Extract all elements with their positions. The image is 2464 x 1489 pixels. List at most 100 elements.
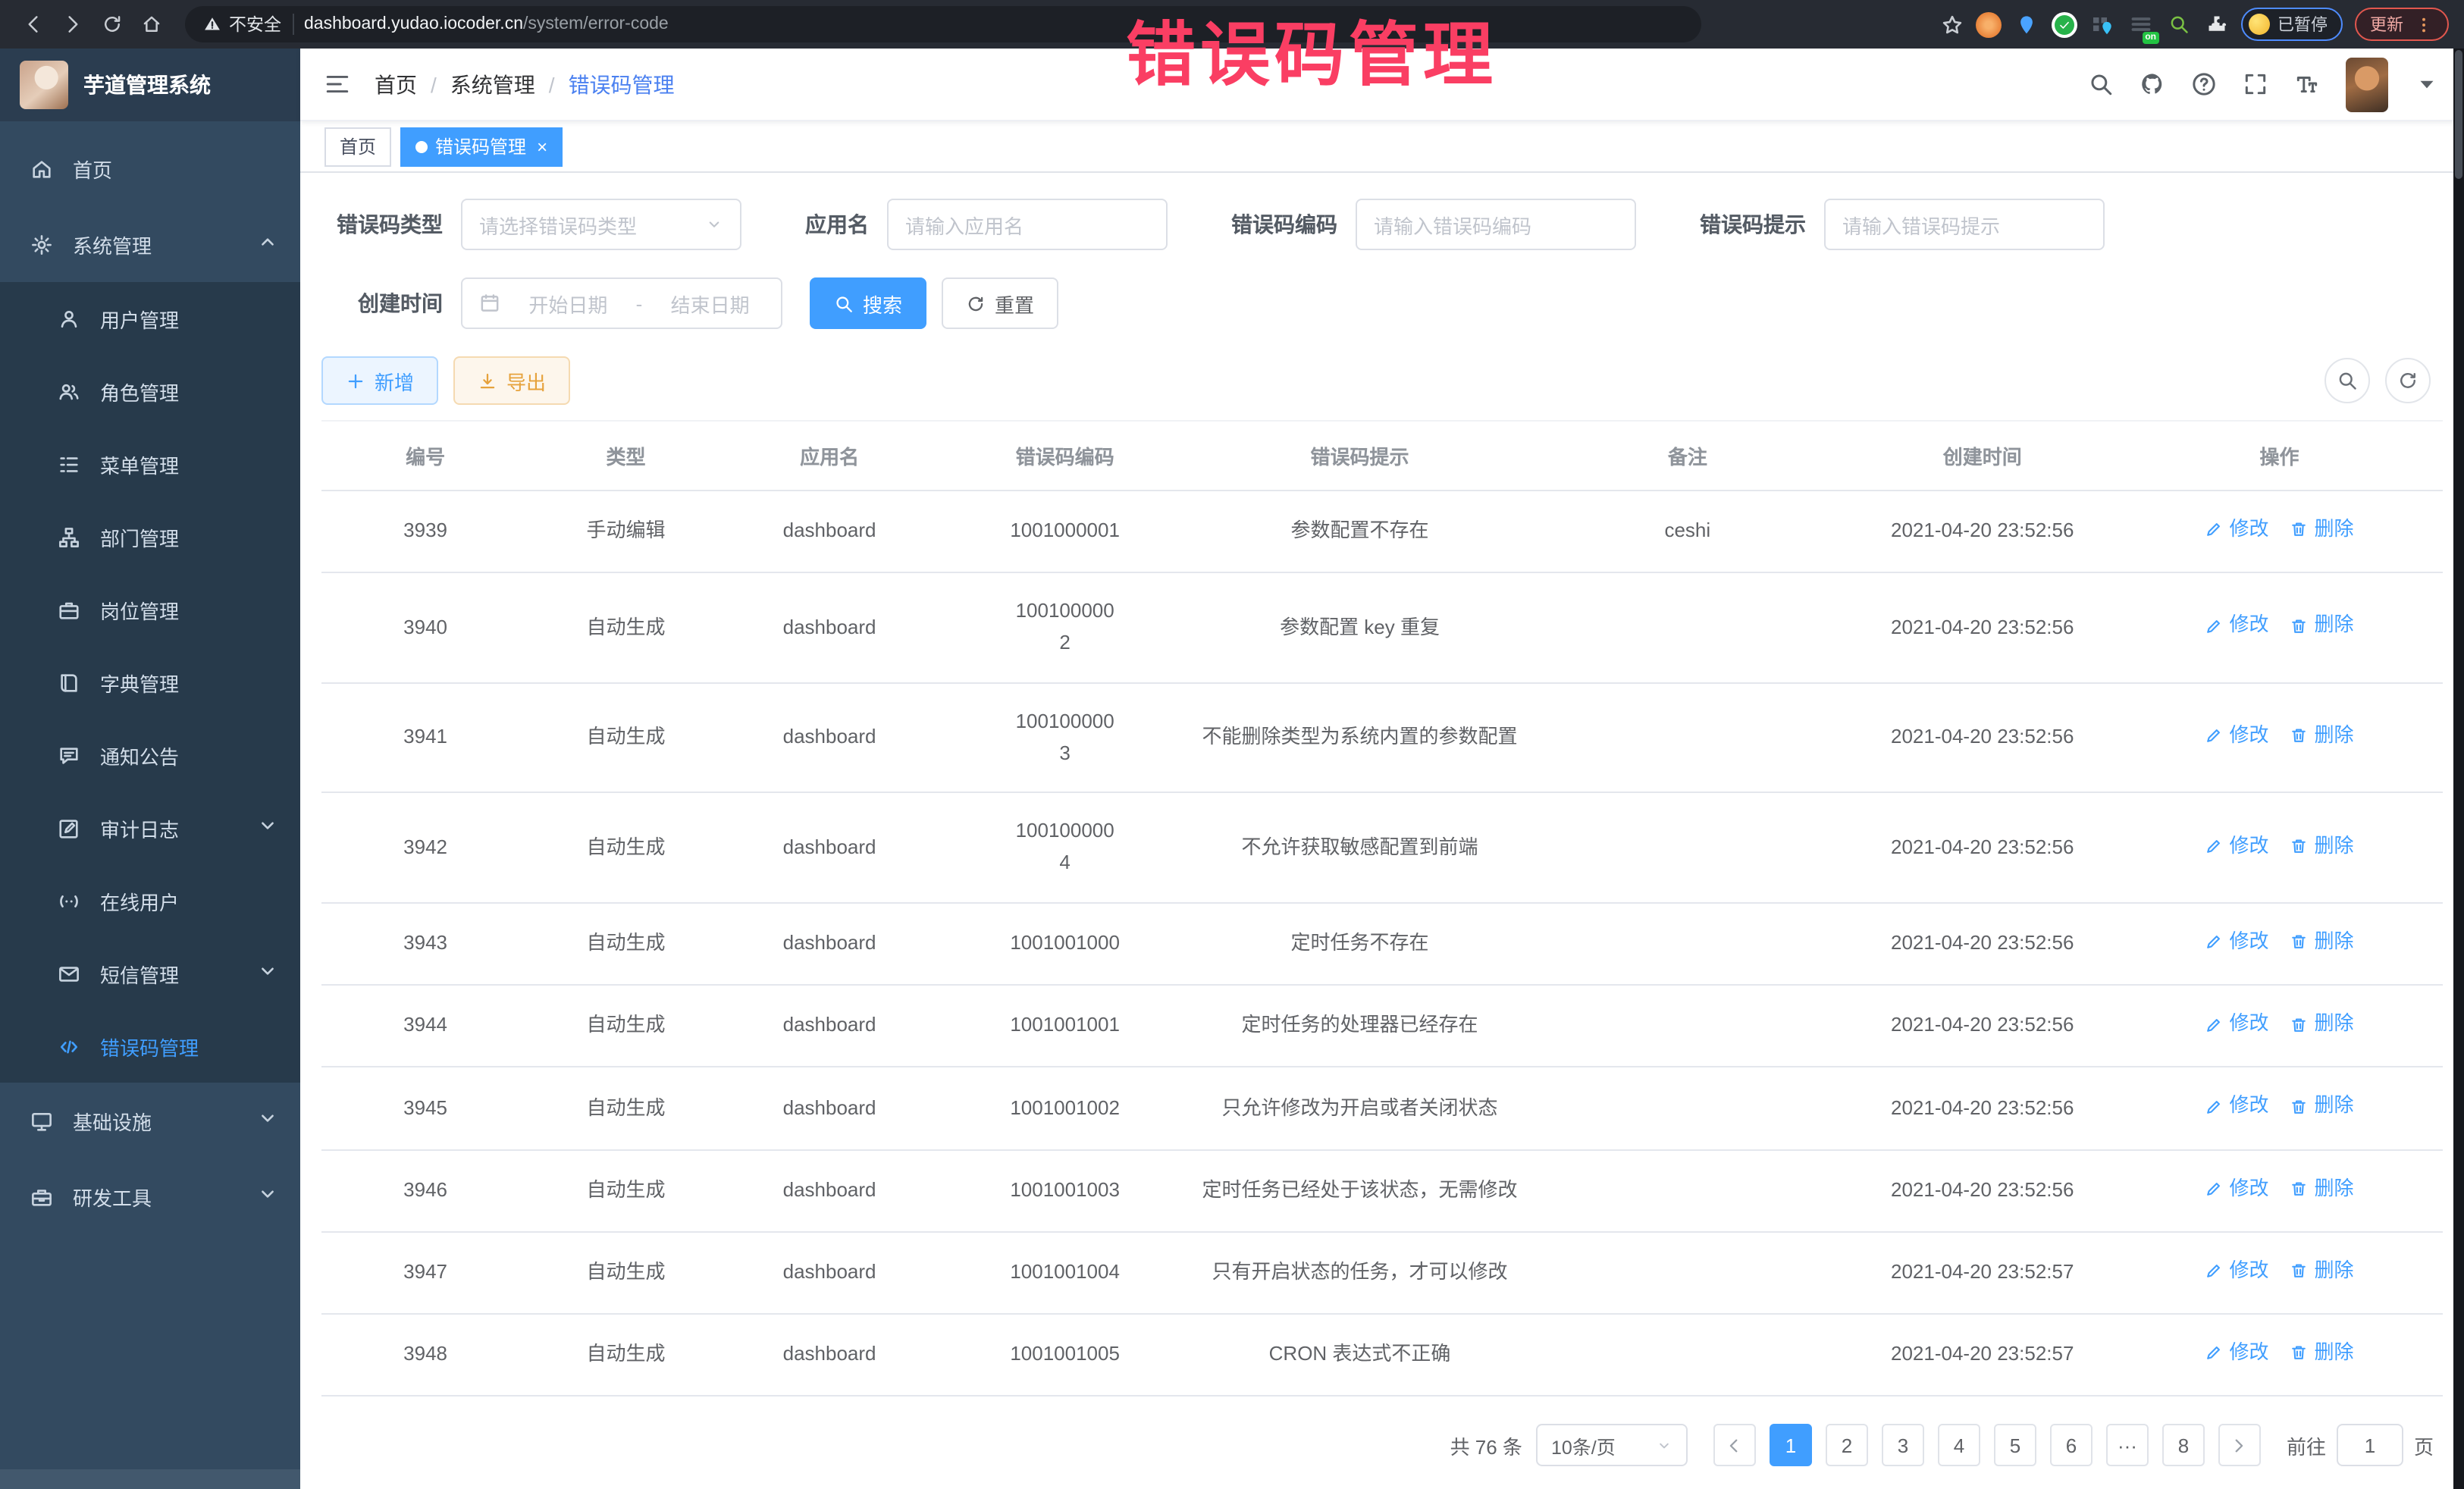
delete-link[interactable]: 删除: [2290, 1091, 2354, 1123]
github-icon[interactable]: [2140, 71, 2165, 97]
close-icon[interactable]: ×: [537, 137, 547, 155]
browser-forward-icon[interactable]: [55, 6, 91, 42]
refresh-table-button[interactable]: [2385, 358, 2431, 403]
sidebar-item-sms-mgmt[interactable]: 短信管理: [0, 937, 300, 1010]
delete-link[interactable]: 删除: [2290, 830, 2354, 862]
browser-reload-icon[interactable]: [94, 6, 130, 42]
bookmark-star-icon[interactable]: [1941, 13, 1964, 36]
delete-link[interactable]: 删除: [2290, 1173, 2354, 1205]
edit-link[interactable]: 修改: [2205, 720, 2268, 752]
user-avatar[interactable]: [2346, 57, 2388, 111]
sidebar-item-menu-mgmt[interactable]: 菜单管理: [0, 428, 300, 500]
sidebar-item-audit-log[interactable]: 审计日志: [0, 792, 300, 864]
show-search-toggle-button[interactable]: [2324, 358, 2370, 403]
error-msg-input[interactable]: 请输入错误码提示: [1824, 199, 2105, 250]
sidebar-item-post-mgmt[interactable]: 岗位管理: [0, 573, 300, 646]
sidebar-item-error-code-mgmt[interactable]: 错误码管理: [0, 1010, 300, 1083]
trash-icon: [2290, 1015, 2309, 1033]
page-button-4[interactable]: 4: [1938, 1424, 1980, 1466]
address-bar[interactable]: 不安全 dashboard.yudao.iocoder.cn/system/er…: [185, 6, 1701, 42]
edit-link[interactable]: 修改: [2205, 514, 2268, 546]
delete-link[interactable]: 删除: [2290, 610, 2354, 642]
tag-error-code-mgmt[interactable]: 错误码管理×: [400, 127, 563, 166]
edit-link[interactable]: 修改: [2205, 610, 2268, 642]
edit-link[interactable]: 修改: [2205, 830, 2268, 862]
delete-link[interactable]: 删除: [2290, 1008, 2354, 1040]
delete-link[interactable]: 删除: [2290, 514, 2354, 546]
tag-home[interactable]: 首页: [324, 127, 391, 166]
export-button[interactable]: 导出: [453, 356, 570, 405]
next-page-button[interactable]: [2218, 1424, 2261, 1466]
search-button[interactable]: 搜索: [810, 277, 926, 329]
sidebar-item-dept-mgmt[interactable]: 部门管理: [0, 500, 300, 573]
prev-page-button[interactable]: [1713, 1424, 1756, 1466]
edit-link[interactable]: 修改: [2205, 1337, 2268, 1369]
extension-search-icon[interactable]: [2165, 11, 2191, 37]
edit-link[interactable]: 修改: [2205, 926, 2268, 958]
page-button-6[interactable]: 6: [2050, 1424, 2093, 1466]
add-button[interactable]: 新增: [321, 356, 438, 405]
sidebar-item-home[interactable]: 首页: [0, 130, 300, 206]
sidebar-item-online-users[interactable]: 在线用户: [0, 864, 300, 937]
col-header-ops: 操作: [2116, 421, 2443, 491]
browser-back-icon[interactable]: [15, 6, 52, 42]
cell-code: 1001001001: [936, 985, 1193, 1067]
app-logo-row[interactable]: 芋道管理系统: [0, 49, 300, 121]
goto-page-input[interactable]: 1: [2337, 1424, 2403, 1466]
profile-paused-pill[interactable]: 已暂停: [2241, 8, 2343, 41]
sidebar-item-system-mgmt[interactable]: 系统管理: [0, 206, 300, 282]
date-range-picker[interactable]: 开始日期 - 结束日期: [461, 277, 782, 329]
browser-home-icon[interactable]: [133, 6, 170, 42]
breadcrumb-system[interactable]: 系统管理: [450, 69, 535, 99]
page-ellipsis-button[interactable]: ···: [2106, 1424, 2149, 1466]
extensions-puzzle-icon[interactable]: [2203, 11, 2229, 37]
extension-orange-icon[interactable]: [1976, 11, 2002, 37]
edit-link[interactable]: 修改: [2205, 1091, 2268, 1123]
chevron-down-icon[interactable]: [2414, 71, 2440, 97]
cell-ops: 修改删除: [2116, 491, 2443, 572]
sidebar-item-dict-mgmt[interactable]: 字典管理: [0, 646, 300, 719]
fullscreen-icon[interactable]: [2243, 71, 2268, 97]
edit-link[interactable]: 修改: [2205, 1173, 2268, 1205]
extension-check-icon[interactable]: [2052, 11, 2077, 37]
page-button-3[interactable]: 3: [1882, 1424, 1924, 1466]
error-type-select[interactable]: 请选择错误码类型: [461, 199, 741, 250]
breadcrumb-home[interactable]: 首页: [375, 69, 417, 99]
page-button-8[interactable]: 8: [2162, 1424, 2205, 1466]
extension-grid-icon[interactable]: [2089, 11, 2115, 37]
sidebar-item-notice[interactable]: 通知公告: [0, 719, 300, 792]
page-size-select[interactable]: 10条/页: [1536, 1424, 1688, 1466]
delete-link[interactable]: 删除: [2290, 1337, 2354, 1369]
delete-link[interactable]: 删除: [2290, 926, 2354, 958]
page-button-1[interactable]: 1: [1770, 1424, 1812, 1466]
hamburger-icon[interactable]: [324, 71, 350, 97]
end-date-placeholder[interactable]: 结束日期: [656, 289, 764, 318]
error-code-input[interactable]: 请输入错误码编码: [1356, 199, 1636, 250]
reset-button[interactable]: 重置: [942, 277, 1058, 329]
sidebar-item-dev-tools[interactable]: 研发工具: [0, 1158, 300, 1234]
security-chip[interactable]: 不安全: [203, 12, 281, 36]
search-icon[interactable]: [2088, 71, 2114, 97]
filter-app-name: 应用名 请输入应用名: [805, 199, 1168, 250]
cell-created: 2021-04-20 23:52:57: [1848, 1314, 2116, 1396]
sidebar-item-infrastructure[interactable]: 基础设施: [0, 1083, 300, 1158]
sidebar-item-role-mgmt[interactable]: 角色管理: [0, 355, 300, 428]
cell-memo: [1526, 903, 1848, 985]
page-button-5[interactable]: 5: [1994, 1424, 2036, 1466]
edit-link[interactable]: 修改: [2205, 1255, 2268, 1287]
scrollbar-thumb[interactable]: [2455, 50, 2462, 179]
start-date-placeholder[interactable]: 开始日期: [514, 289, 622, 318]
page-button-2[interactable]: 2: [1826, 1424, 1868, 1466]
pencil-icon: [2205, 837, 2223, 855]
delete-link[interactable]: 删除: [2290, 1255, 2354, 1287]
delete-link[interactable]: 删除: [2290, 720, 2354, 752]
help-icon[interactable]: [2191, 71, 2217, 97]
browser-update-menu[interactable]: 更新: [2355, 8, 2449, 41]
page-scrollbar[interactable]: [2453, 49, 2464, 1489]
edit-link[interactable]: 修改: [2205, 1008, 2268, 1040]
extension-tabs-icon[interactable]: on: [2127, 11, 2153, 37]
app-name-input[interactable]: 请输入应用名: [887, 199, 1168, 250]
extension-pin-icon[interactable]: [2014, 11, 2039, 37]
font-size-icon[interactable]: [2294, 71, 2320, 97]
sidebar-item-user-mgmt[interactable]: 用户管理: [0, 282, 300, 355]
